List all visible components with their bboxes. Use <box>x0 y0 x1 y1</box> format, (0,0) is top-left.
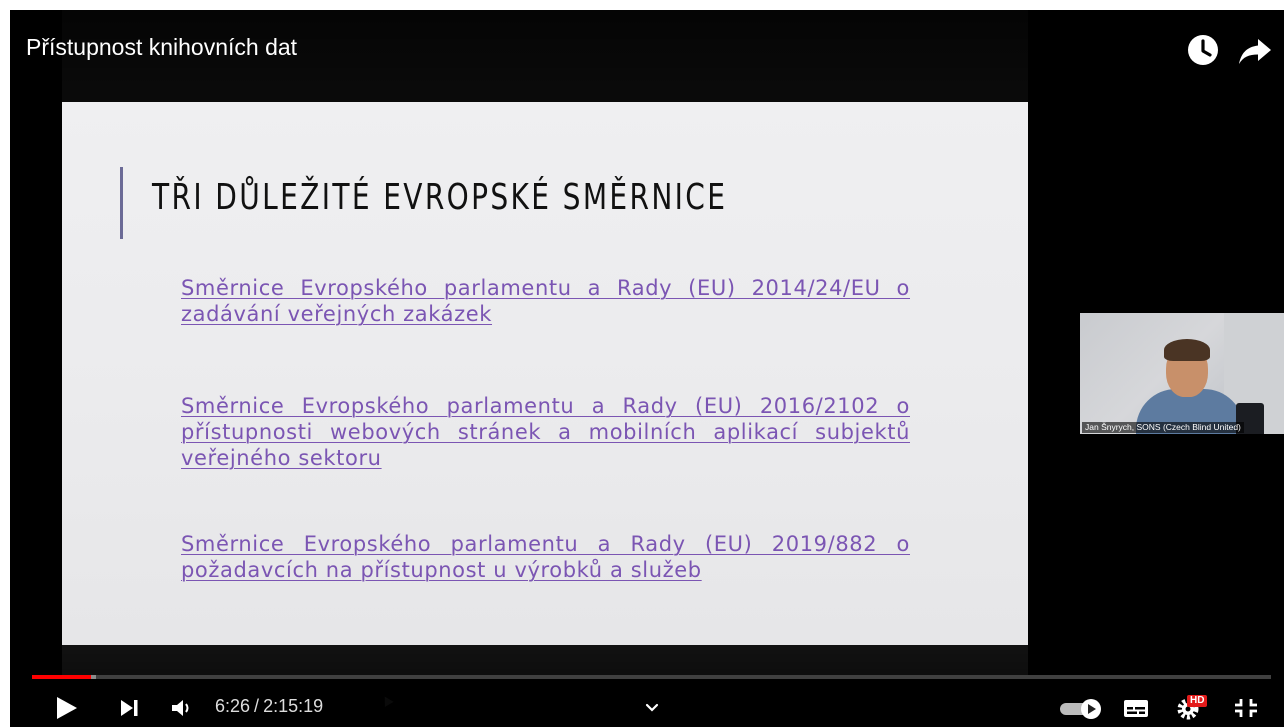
watch-later-button[interactable] <box>1183 30 1223 70</box>
exit-fullscreen-icon <box>1235 699 1257 717</box>
next-icon <box>121 700 138 716</box>
webcam-person-hair <box>1164 339 1210 361</box>
mute-button[interactable] <box>168 693 194 723</box>
exit-fullscreen-button[interactable] <box>1232 693 1260 723</box>
expand-button[interactable] <box>640 693 664 723</box>
chevron-down-icon <box>645 703 659 712</box>
share-icon <box>1239 39 1271 64</box>
video-frame[interactable]: TŘI DŮLEŽITÉ EVROPSKÉ SMĚRNICE Směrnice … <box>10 10 1284 727</box>
subtitles-icon <box>1124 700 1148 717</box>
next-button[interactable] <box>118 693 142 723</box>
presentation-slide: TŘI DŮLEŽITÉ EVROPSKÉ SMĚRNICE Směrnice … <box>62 102 1028 707</box>
autoplay-toggle-icon <box>1060 699 1101 719</box>
progress-played <box>32 675 92 679</box>
volume-icon <box>172 700 189 716</box>
slide-link-directive-2016[interactable]: Směrnice Evropského parlamentu a Rady (E… <box>181 393 910 471</box>
progress-bar[interactable] <box>32 675 1271 679</box>
slide-accent-bar <box>120 167 123 239</box>
subtitles-button[interactable] <box>1122 693 1150 723</box>
duration: 2:15:19 <box>263 696 324 716</box>
time-separator: / <box>254 696 260 716</box>
webcam-name-label: Jan Šnyrych, SONS (Czech Blind United) <box>1082 422 1244 433</box>
video-title[interactable]: Přístupnost knihovních dat <box>26 34 297 61</box>
current-time: 6:26 <box>215 696 251 716</box>
video-player[interactable]: TŘI DŮLEŽITÉ EVROPSKÉ SMĚRNICE Směrnice … <box>10 10 1284 727</box>
slide-link-directive-2019[interactable]: Směrnice Evropského parlamentu a Rady (E… <box>181 531 910 583</box>
autoplay-toggle[interactable] <box>1057 693 1105 723</box>
play-icon <box>57 697 77 719</box>
share-button[interactable] <box>1235 30 1275 70</box>
webcam-feed: Jan Šnyrych, SONS (Czech Blind United) <box>1080 313 1284 434</box>
time-display: 6:26/2:15:19 <box>215 696 323 717</box>
hd-badge: HD <box>1187 695 1208 707</box>
play-button[interactable] <box>54 693 80 723</box>
settings-button[interactable]: HD <box>1173 693 1215 723</box>
slide-title: TŘI DŮLEŽITÉ EVROPSKÉ SMĚRNICE <box>152 177 728 218</box>
clock-icon <box>1188 35 1218 65</box>
slide-link-directive-2014[interactable]: Směrnice Evropského parlamentu a Rady (E… <box>181 275 910 327</box>
